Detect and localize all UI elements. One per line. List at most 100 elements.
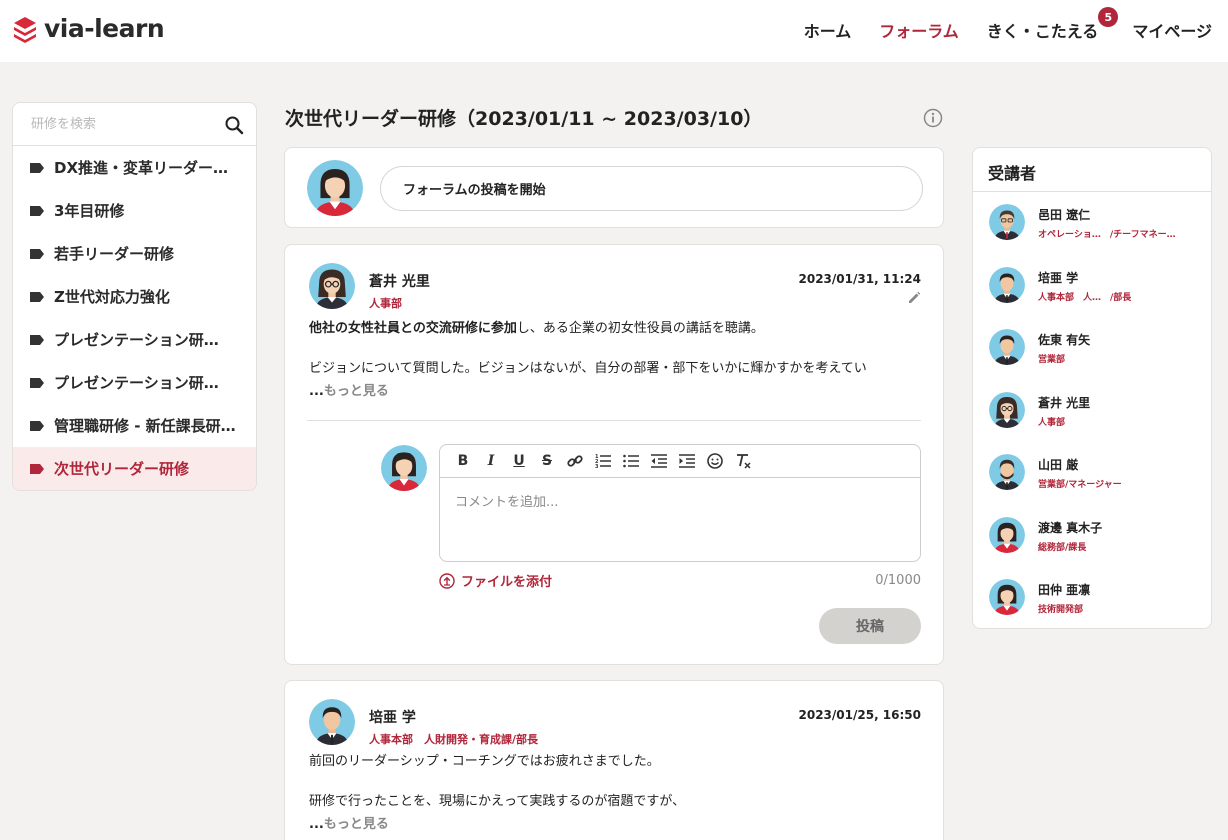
main-nav: ホーム フォーラム きく・こたえる 5 マイページ bbox=[804, 7, 1212, 42]
participants-panel: 受講者 邑田 遼仁 オペレーショ… /チーフマネー… 培亜 学 人事本部 人… … bbox=[972, 147, 1212, 629]
post-author-dept: 人事部 bbox=[369, 297, 402, 310]
post-author[interactable]: 蒼井 光里 bbox=[369, 271, 430, 291]
bullet-list-icon[interactable] bbox=[622, 452, 640, 470]
participant-dept: 技術開発部 bbox=[1038, 605, 1084, 615]
tag-icon bbox=[29, 248, 45, 260]
start-post-button[interactable]: フォーラムの投稿を開始 bbox=[380, 166, 923, 211]
participant-item[interactable]: 培亜 学 人事本部 人… /部長 bbox=[973, 255, 1211, 318]
participant-item[interactable]: 田仲 亜凛 技術開発部 bbox=[973, 567, 1211, 628]
show-more-link[interactable]: もっと見る bbox=[324, 817, 389, 832]
post-body-rest: し、ある企業の初女性役員の講話を聴講。 bbox=[516, 321, 764, 336]
author-avatar bbox=[309, 699, 355, 745]
emoji-icon[interactable] bbox=[706, 452, 724, 470]
sidebar-item-label: プレゼンテーション研… bbox=[54, 374, 219, 392]
editor-toolbar: B I U S 123 bbox=[440, 445, 920, 478]
attach-file-button[interactable]: ファイルを添付 bbox=[439, 571, 552, 590]
participant-item[interactable]: 佐東 有矢 営業部 bbox=[973, 317, 1211, 380]
indent-icon[interactable] bbox=[678, 452, 696, 470]
participant-item[interactable]: 蒼井 光里 人事部 bbox=[973, 380, 1211, 443]
tag-icon bbox=[29, 334, 45, 346]
sidebar-item-label: 若手リーダー研修 bbox=[54, 245, 175, 263]
forum-post: 培亜 学 人事本部 人財開発・育成課/部長 2023/01/25, 16:50 … bbox=[284, 680, 944, 840]
participant-avatar bbox=[989, 392, 1025, 428]
sidebar-item-young-leader[interactable]: 若手リーダー研修 bbox=[13, 232, 256, 275]
search-icon[interactable] bbox=[224, 115, 244, 135]
sidebar-item-label: DX推進・変革リーダー… bbox=[54, 159, 229, 177]
participant-item[interactable]: 邑田 遼仁 オペレーショ… /チーフマネー… bbox=[973, 192, 1211, 255]
sidebar-item-label: プレゼンテーション研… bbox=[54, 331, 219, 349]
post-author[interactable]: 培亜 学 bbox=[369, 707, 416, 727]
show-more[interactable]: ...もっと見る bbox=[309, 380, 389, 399]
top-header: via-learn ホーム フォーラム きく・こたえる 5 マイページ bbox=[0, 0, 1228, 62]
participant-name: 田仲 亜凛 bbox=[1038, 583, 1091, 597]
comment-input[interactable] bbox=[440, 479, 920, 561]
post-date: 2023/01/25, 16:50 bbox=[798, 708, 922, 722]
sidebar-item-manager[interactable]: 管理職研修 - 新任課長研… bbox=[13, 404, 256, 447]
tag-icon bbox=[30, 463, 44, 474]
sidebar-item-next-gen-leader[interactable]: 次世代リーダー研修 bbox=[13, 447, 256, 490]
participant-avatar bbox=[989, 329, 1025, 365]
ordered-list-icon[interactable]: 123 bbox=[594, 452, 612, 470]
course-search bbox=[13, 103, 256, 146]
participant-dept: 営業部/マネージャー bbox=[1038, 480, 1122, 490]
info-icon[interactable] bbox=[923, 108, 943, 128]
sidebar-item-gen-z[interactable]: Z世代対応力強化 bbox=[13, 275, 256, 318]
participant-avatar bbox=[989, 517, 1025, 553]
sidebar-item-presentation-2[interactable]: プレゼンテーション研… bbox=[13, 361, 256, 404]
italic-icon[interactable]: I bbox=[482, 452, 500, 470]
upload-icon bbox=[439, 572, 455, 589]
tag-icon bbox=[29, 162, 45, 174]
svg-text:3: 3 bbox=[595, 464, 599, 470]
strikethrough-icon[interactable]: S bbox=[538, 452, 556, 470]
forum-post: 蒼井 光里 人事部 2023/01/31, 11:24 他社の女性社員との交流研… bbox=[284, 244, 944, 665]
participant-name: 佐東 有矢 bbox=[1038, 333, 1091, 347]
participant-item[interactable]: 山田 厳 営業部/マネージャー bbox=[973, 442, 1211, 505]
pencil-icon[interactable] bbox=[907, 291, 921, 305]
participants-title: 受講者 bbox=[973, 148, 1211, 192]
participant-dept: オペレーショ… /チーフマネー… bbox=[1038, 230, 1176, 240]
sidebar-item-third-year[interactable]: 3年目研修 bbox=[13, 189, 256, 232]
participant-item[interactable]: 渡邊 真木子 総務部/課長 bbox=[973, 505, 1211, 568]
participant-name: 邑田 遼仁 bbox=[1038, 208, 1091, 222]
sidebar-item-dx[interactable]: DX推進・変革リーダー… bbox=[13, 146, 256, 189]
participant-avatar bbox=[989, 204, 1025, 240]
participant-dept: 人事部 bbox=[1038, 417, 1066, 428]
participant-avatar bbox=[989, 454, 1025, 490]
participant-avatar bbox=[989, 267, 1025, 303]
tag-icon bbox=[29, 291, 45, 303]
author-avatar bbox=[309, 263, 355, 309]
nav-mypage[interactable]: マイページ bbox=[1132, 18, 1212, 42]
sidebar-item-presentation-1[interactable]: プレゼンテーション研… bbox=[13, 318, 256, 361]
submit-comment-button[interactable]: 投稿 bbox=[819, 608, 921, 644]
nav-home[interactable]: ホーム bbox=[804, 18, 852, 42]
page-title: 次世代リーダー研修（2023/01/11 ~ 2023/03/10） bbox=[285, 108, 763, 130]
participant-dept: 営業部 bbox=[1038, 355, 1066, 365]
divider bbox=[307, 420, 921, 421]
participant-name: 山田 厳 bbox=[1038, 458, 1079, 472]
post-body-highlight: 他社の女性社員との交流研修に参加 bbox=[309, 321, 517, 336]
participant-name: 蒼井 光里 bbox=[1038, 395, 1091, 410]
underline-icon[interactable]: U bbox=[510, 452, 528, 470]
tag-icon bbox=[29, 205, 45, 217]
search-input[interactable] bbox=[13, 103, 203, 145]
link-icon[interactable] bbox=[566, 452, 584, 470]
show-more[interactable]: ...もっと見る bbox=[309, 813, 389, 832]
current-user-avatar bbox=[307, 160, 363, 216]
tag-icon bbox=[29, 420, 45, 432]
bold-icon[interactable]: B bbox=[454, 452, 472, 470]
commenter-avatar bbox=[381, 445, 427, 491]
participant-name: 渡邊 真木子 bbox=[1038, 520, 1103, 535]
post-body-line: 前回のリーダーシップ・コーチングではお疲れさまでした。 bbox=[309, 754, 660, 769]
attach-file-label: ファイルを添付 bbox=[461, 575, 553, 590]
logo-text: via-learn bbox=[44, 14, 165, 43]
post-body-line: 研修で行ったことを、現場にかえって実践するのが宿題ですが、 bbox=[309, 794, 686, 809]
nav-ask-answer[interactable]: きく・こたえる 5 bbox=[987, 7, 1119, 42]
clear-format-icon[interactable] bbox=[734, 452, 752, 470]
sidebar-item-label: 次世代リーダー研修 bbox=[54, 460, 190, 478]
course-sidebar: DX推進・変革リーダー… 3年目研修 若手リーダー研修 Z世代対応力強化 プレゼ… bbox=[12, 102, 257, 491]
logo[interactable]: via-learn bbox=[12, 14, 165, 43]
show-more-link[interactable]: もっと見る bbox=[324, 384, 389, 399]
sidebar-item-label: 管理職研修 - 新任課長研… bbox=[54, 417, 236, 435]
outdent-icon[interactable] bbox=[650, 452, 668, 470]
nav-forum[interactable]: フォーラム bbox=[879, 18, 959, 42]
